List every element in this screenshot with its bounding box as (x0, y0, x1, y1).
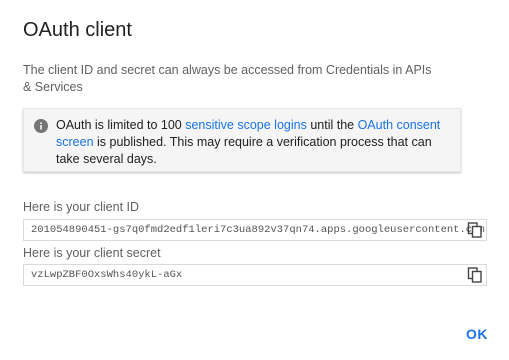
notice-text-part: until the (306, 118, 358, 132)
client-secret-field[interactable]: vzLwpZBF0OxsWhs40ykL-aGx (23, 264, 487, 286)
client-id-field[interactable]: 201054890451-gs7q0fmd2edf1leri7c3ua892v3… (23, 219, 487, 241)
ok-button[interactable]: OK (466, 326, 488, 342)
oauth-client-dialog: OAuth client The client ID and secret ca… (0, 0, 509, 360)
notice-text-part: OAuth is limited to 100 (56, 118, 186, 132)
notice-text-part: is published. This may require a verific… (56, 135, 432, 166)
copy-icon[interactable] (467, 267, 483, 283)
copy-icon[interactable] (467, 222, 483, 238)
client-secret-value[interactable]: vzLwpZBF0OxsWhs40ykL-aGx (31, 269, 182, 281)
sensitive-scope-logins-link[interactable]: sensitive scope logins (185, 118, 307, 132)
client-id-value[interactable]: 201054890451-gs7q0fmd2edf1leri7c3ua892v3… (31, 224, 485, 236)
oauth-limit-notice: OAuth is limited to 100 sensitive scope … (23, 108, 461, 172)
client-secret-label: Here is your client secret (23, 246, 161, 260)
dialog-title: OAuth client (23, 19, 132, 41)
client-id-label: Here is your client ID (23, 200, 140, 214)
notice-text: OAuth is limited to 100 sensitive scope … (56, 117, 456, 168)
dialog-description: The client ID and secret can always be a… (23, 63, 432, 94)
info-icon (34, 119, 48, 133)
